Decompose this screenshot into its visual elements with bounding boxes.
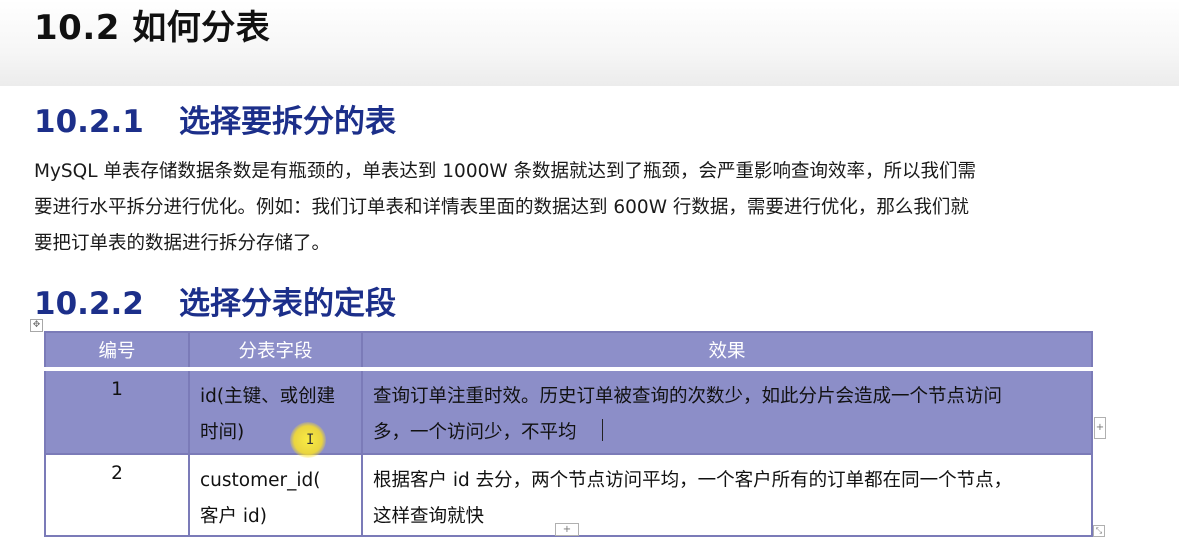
add-column-plus-icon[interactable]: + <box>1094 417 1106 439</box>
cell-line: 查询订单注重时效。历史订单被查询的次数少，如此分片会造成一个节点访问 <box>373 386 1003 407</box>
table-header-row: 编号 分表字段 效果 <box>44 331 1093 371</box>
header-cell-effect[interactable]: 效果 <box>361 331 1093 371</box>
section-title-text: 选择分表的定段 <box>179 286 396 322</box>
cell-line: 客户 id) <box>200 506 267 527</box>
header-cell-field[interactable]: 分表字段 <box>188 331 363 371</box>
section-heading-10-2-1: 10.2.1 选择要拆分的表 <box>34 96 396 141</box>
table-row: 1 id(主键、或创建 时间) 查询订单注重时效。历史订单被查询的次数少，如此分… <box>44 368 1093 455</box>
section-heading-10-2-2: 10.2.2 选择分表的定段 <box>34 278 396 323</box>
resize-corner-icon[interactable]: ⤡ <box>1093 525 1105 537</box>
section-number: 10.2.2 <box>34 286 144 322</box>
paragraph-line: 要把订单表的数据进行拆分存储了。 <box>34 233 331 254</box>
section-number: 10.2.1 <box>34 104 144 140</box>
header-cell-number[interactable]: 编号 <box>44 331 190 371</box>
cell-field[interactable]: id(主键、或创建 时间) <box>188 368 363 455</box>
cell-line: 多，一个访问少，不平均 <box>373 422 577 443</box>
paragraph-line: MySQL 单表存储数据条数是有瓶颈的，单表达到 1000W 条数据就达到了瓶颈… <box>34 161 977 182</box>
cell-line: id(主键、或创建 <box>200 386 336 407</box>
cell-line: 根据客户 id 去分，两个节点访问平均，一个客户所有的订单都在同一个节点， <box>373 470 1013 491</box>
cell-number[interactable]: 1 <box>44 368 190 455</box>
cell-line: customer_id( <box>200 470 321 491</box>
cell-line: 这样查询就快 <box>373 506 485 527</box>
cell-number[interactable]: 2 <box>44 453 190 537</box>
cell-line: 时间) <box>200 422 245 443</box>
page-title: 10.2 如何分表 <box>34 8 271 48</box>
cell-effect[interactable]: 查询订单注重时效。历史订单被查询的次数少，如此分片会造成一个节点访问 多，一个访… <box>361 368 1093 455</box>
move-handle-icon[interactable]: ✥ <box>30 319 43 332</box>
cell-field[interactable]: customer_id( 客户 id) <box>188 453 363 537</box>
section-title-text: 选择要拆分的表 <box>179 104 396 140</box>
text-caret <box>602 419 603 441</box>
sharding-table[interactable]: 编号 分表字段 效果 1 id(主键、或创建 时间) 查询订单注重时效。历史订单… <box>44 331 1093 537</box>
add-row-plus-icon[interactable]: + <box>555 523 579 536</box>
paragraph-line: 要进行水平拆分进行优化。例如：我们订单表和详情表里面的数据达到 600W 行数据… <box>34 197 969 218</box>
cell-effect[interactable]: 根据客户 id 去分，两个节点访问平均，一个客户所有的订单都在同一个节点， 这样… <box>361 453 1093 537</box>
paragraph[interactable]: MySQL 单表存储数据条数是有瓶颈的，单表达到 1000W 条数据就达到了瓶颈… <box>34 154 1124 262</box>
i-beam-cursor-icon: I <box>306 432 315 448</box>
